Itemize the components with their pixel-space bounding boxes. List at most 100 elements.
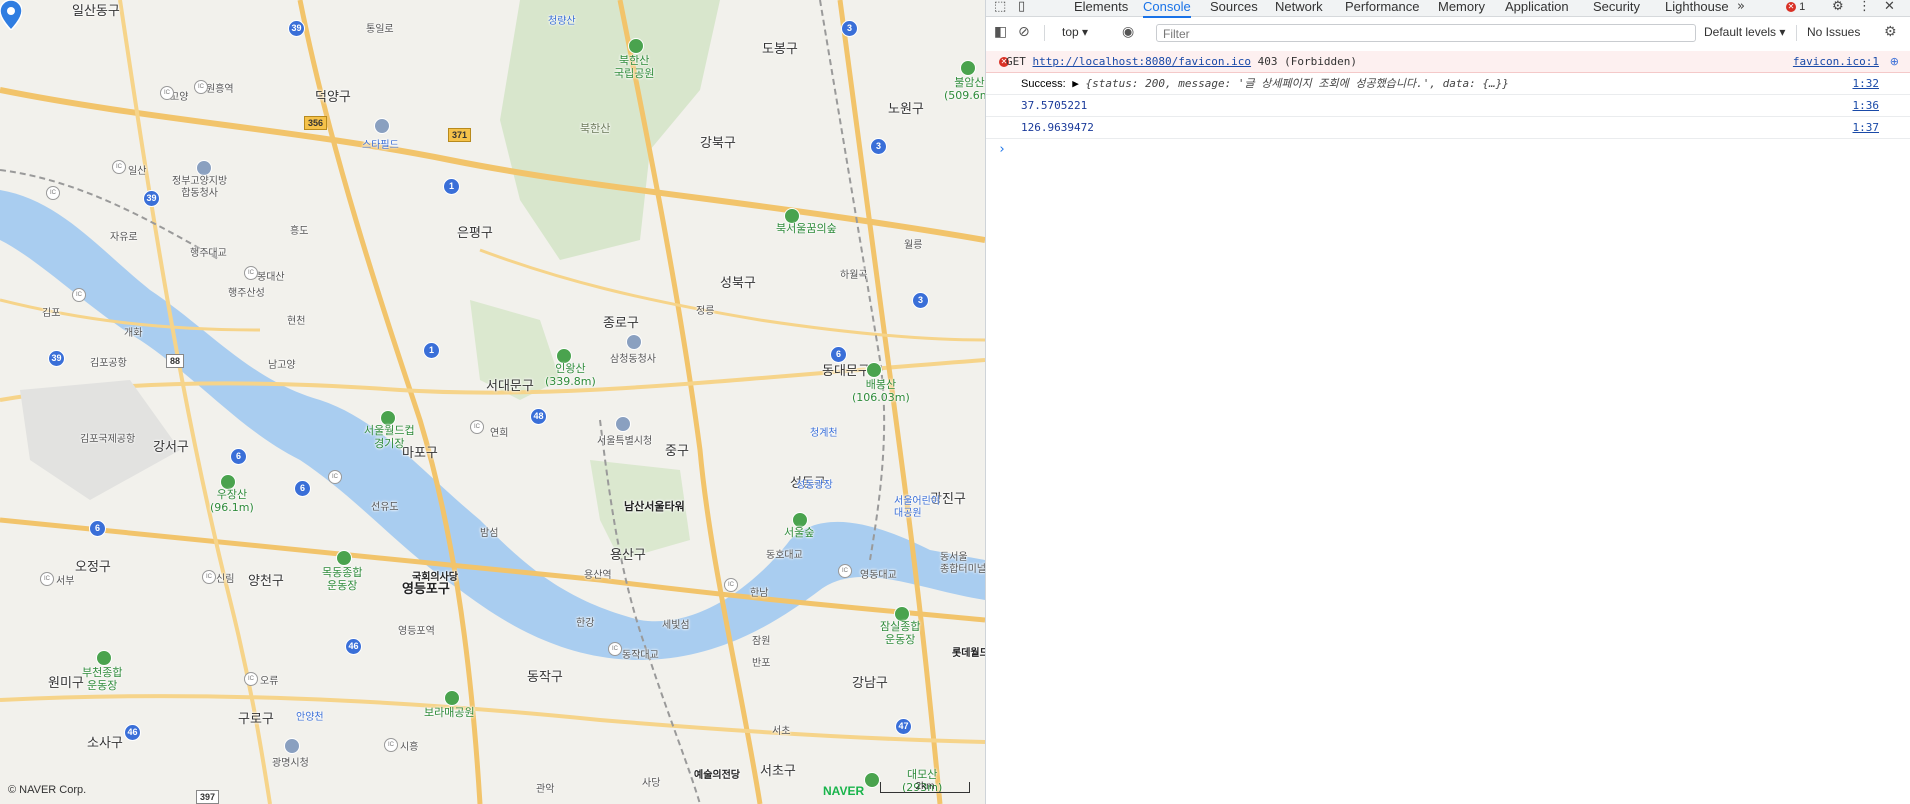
route-sign: 356 [304, 116, 328, 130]
error-count: 1 [1799, 1, 1806, 13]
landmark-label: 서울어린이 대공원 [894, 496, 940, 519]
highway-shield: 1 [443, 178, 460, 195]
levels-value: Default levels [1704, 25, 1777, 39]
tab-performance[interactable]: Performance [1345, 0, 1419, 16]
source-link[interactable]: 1:36 [1853, 95, 1880, 117]
settings-gear-icon[interactable]: ⚙ [1832, 0, 1844, 16]
landmark-label: 사당 [642, 778, 661, 789]
park-icon [864, 772, 880, 788]
console-prompt-chevron-icon[interactable]: › [998, 142, 1006, 157]
tab-security[interactable]: Security [1593, 0, 1640, 16]
tab-console[interactable]: Console [1143, 0, 1191, 18]
route-sign: 397 [196, 790, 220, 804]
landmark-label: 예술의전당 [694, 770, 740, 781]
district-label: 동작구 [527, 670, 563, 685]
issues-button[interactable]: No Issues [1807, 25, 1860, 39]
error-count-badge[interactable]: ✕ 1 [1786, 1, 1805, 13]
log-levels-dropdown[interactable]: Default levels ▾ [1704, 25, 1785, 39]
highway-shield: 6 [294, 480, 311, 497]
tab-application[interactable]: Application [1505, 0, 1569, 16]
interchange-icon: IC [72, 288, 86, 302]
stadium-icon [336, 550, 352, 566]
console-settings-gear-icon[interactable]: ⚙ [1884, 24, 1897, 40]
stadium-icon [96, 650, 112, 666]
landmark-label: 월릉 [904, 240, 923, 251]
more-options-icon[interactable]: ⋮ [1858, 0, 1871, 16]
landmark-label: 청량산 [548, 16, 576, 27]
landmark-label: 현천 [287, 316, 306, 327]
sidebar-toggle-icon[interactable]: ◧ [994, 24, 1007, 40]
landmark-label: 선유도 [371, 502, 399, 513]
chevron-down-icon: ▾ [1082, 25, 1089, 39]
park-icon [866, 362, 882, 378]
landmark-label: 영동대교 [860, 570, 897, 581]
devtools-tabbar: ⬚ ▯ Elements Console Sources Network Per… [986, 0, 1910, 18]
context-selector[interactable]: top ▾ [1062, 25, 1088, 39]
request-method: GET [1006, 55, 1026, 68]
landmark-label: 하월곡 [840, 270, 868, 281]
naver-logo[interactable]: NAVER [823, 784, 864, 798]
landmark-label: 부천종합 운동장 [82, 666, 123, 692]
building-icon [615, 416, 631, 432]
interchange-icon: IC [202, 570, 216, 584]
tab-memory[interactable]: Memory [1438, 0, 1485, 16]
district-label: 원미구 [48, 676, 84, 691]
console-error-row: ✕ GET http://localhost:8080/favicon.ico … [986, 51, 1910, 73]
landmark-label: 김포국제공항 [80, 434, 136, 445]
clear-console-icon[interactable]: ⊘ [1018, 24, 1030, 40]
landmark-label: 행주산성 [228, 288, 265, 299]
landmark-label: 롯데월드 [952, 648, 985, 659]
district-label: 구로구 [238, 712, 274, 727]
landmark-label: 개화 [124, 328, 143, 339]
building-icon [626, 334, 642, 350]
landmark-label: 스타필드 [362, 140, 399, 151]
highway-shield: 46 [345, 638, 362, 655]
tab-network[interactable]: Network [1275, 0, 1323, 16]
landmark-label: 서울숲 [784, 526, 815, 539]
source-link[interactable]: favicon.ico:1 [1793, 51, 1879, 73]
landmark-label: 인왕산 (339.8m) [545, 362, 596, 388]
live-expression-eye-icon[interactable]: ◉ [1122, 24, 1134, 40]
tab-lighthouse[interactable]: Lighthouse [1665, 0, 1729, 16]
highway-shield: 46 [124, 724, 141, 741]
close-devtools-icon[interactable]: ✕ [1884, 0, 1895, 16]
source-link[interactable]: 1:32 [1853, 73, 1880, 95]
expand-triangle-icon[interactable]: ▶ [1072, 77, 1079, 90]
landmark-label: 한남 [750, 588, 769, 599]
route-sign: 371 [448, 128, 472, 142]
district-label: 은평구 [457, 226, 493, 241]
landmark-label: 김포공항 [90, 358, 127, 369]
landmark-label: 불암산 (509.6m) [944, 76, 985, 102]
more-tabs-button[interactable]: » [1737, 0, 1745, 16]
landmark-label: 동호대교 [766, 550, 803, 561]
source-link[interactable]: 1:37 [1853, 117, 1880, 139]
landmark-label: 서울특별시청 [597, 436, 653, 447]
district-label: 노원구 [888, 102, 924, 117]
tab-elements[interactable]: Elements [1074, 0, 1128, 16]
filter-input[interactable]: Filter [1156, 24, 1696, 42]
network-globe-icon[interactable]: ⊕ [1890, 51, 1899, 73]
naver-map[interactable]: 일산동구 도봉구 덕양구 노원구 강북구 은평구 성북구 종로구 서대문구 동대… [0, 0, 985, 804]
landmark-label: 통일로 [366, 24, 394, 35]
landmark-label: 성동광장 [796, 480, 833, 491]
inspect-element-icon[interactable]: ⬚ [994, 0, 1006, 16]
tab-sources[interactable]: Sources [1210, 0, 1258, 16]
landmark-label: 관악 [536, 784, 555, 795]
landmark-label: 봉대산 [257, 272, 285, 283]
console-toolbar: ◧ ⊘ top ▾ ◉ Filter Default levels ▾ No I… [986, 17, 1910, 52]
log-object[interactable]: {status: 200, message: '글 상세페이지 조회에 성공했습… [1086, 77, 1509, 90]
district-label: 강서구 [153, 440, 189, 455]
location-marker-icon[interactable] [0, 0, 22, 30]
request-url-link[interactable]: http://localhost:8080/favicon.ico [1033, 55, 1252, 68]
interchange-icon: IC [384, 738, 398, 752]
district-label: 서초구 [760, 764, 796, 779]
highway-shield: 48 [530, 408, 547, 425]
district-label: 동대문구 [822, 364, 870, 379]
district-label: 서대문구 [486, 379, 534, 394]
highway-shield: 47 [895, 718, 912, 735]
log-number: 37.5705221 [1021, 99, 1088, 112]
landmark-label: 오류 [260, 676, 279, 687]
district-label: 중구 [665, 444, 689, 459]
device-toolbar-icon[interactable]: ▯ [1018, 0, 1025, 16]
interchange-icon: IC [838, 564, 852, 578]
